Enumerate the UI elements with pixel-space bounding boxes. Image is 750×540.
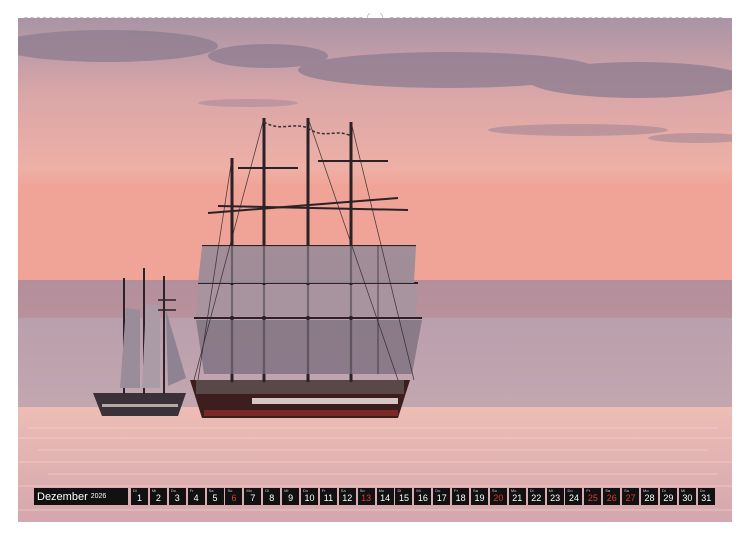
day-number: 3 [174,493,180,503]
day-number: 23 [550,493,561,503]
day-cell: Di 1 [131,488,148,505]
day-cell: Mi 16 [414,488,432,505]
day-number: 13 [361,493,372,503]
day-cell: Do 17 [433,488,451,505]
month-year: 2026 [90,493,107,500]
day-cell: Do 10 [301,488,319,505]
day-number: 11 [323,493,334,503]
day-number: 4 [193,493,199,503]
day-cell: Sa 26 [603,488,621,505]
day-number: 17 [436,493,447,503]
tall-ship-sunset-image [18,18,732,522]
day-cell: Do 31 [697,488,715,505]
day-number: 8 [269,493,275,503]
day-cell: Mi 30 [678,488,696,505]
calendar-page: Dezember 2026 Di 1 Mi 2 Do 3 Fr 4 Sa 5 So 6 Mo 7 Di 8 Mi… [0,0,750,540]
day-cell: Fr 25 [584,488,602,505]
day-number: 28 [644,493,655,503]
day-cell: Sa 19 [471,488,489,505]
day-cell: Di 15 [395,488,413,505]
day-cell: Do 3 [168,488,186,505]
day-cell: So 27 [622,488,640,505]
day-number: 12 [342,493,353,503]
day-number: 20 [493,493,504,503]
day-cell: Fr 18 [452,488,470,505]
day-cell: Mi 9 [282,488,300,505]
day-number: 21 [512,493,523,503]
day-number: 1 [136,493,142,503]
day-cell: Di 8 [263,488,281,505]
day-number: 24 [568,493,579,503]
day-number: 9 [288,493,294,503]
day-cell: So 6 [225,488,243,505]
day-cell: Sa 5 [206,488,224,505]
day-cell: Mo 14 [376,488,394,505]
day-cell: So 13 [357,488,375,505]
day-cell: Mo 21 [508,488,526,505]
day-cell: Sa 12 [338,488,356,505]
day-number: 15 [398,493,409,503]
day-number: 31 [701,493,712,503]
day-number: 16 [417,493,428,503]
photo [18,18,732,522]
day-number: 25 [587,493,598,503]
day-cell: Di 22 [527,488,545,505]
day-cell: Di 29 [659,488,677,505]
day-number: 29 [663,493,674,503]
day-number: 26 [606,493,617,503]
day-number: 27 [625,493,636,503]
day-number: 19 [474,493,485,503]
day-number: 14 [380,493,391,503]
day-number: 6 [231,493,237,503]
day-number: 18 [455,493,466,503]
day-cell: Mi 23 [546,488,564,505]
day-number: 2 [155,493,161,503]
calendar-strip: Dezember 2026 Di 1 Mi 2 Do 3 Fr 4 Sa 5 So 6 Mo 7 Di 8 Mi… [34,488,717,505]
day-cell: So 20 [489,488,507,505]
day-number: 7 [250,493,256,503]
day-cell: Mo 28 [641,488,659,505]
day-cell: Fr 11 [319,488,337,505]
month-label: Dezember 2026 [34,488,128,505]
day-cell: Mo 7 [244,488,262,505]
day-number: 5 [212,493,218,503]
day-cell: Do 24 [565,488,583,505]
month-name: Dezember [37,490,88,503]
day-number: 22 [531,493,542,503]
day-cells: Di 1 Mi 2 Do 3 Fr 4 Sa 5 So 6 Mo 7 Di 8 Mi 9 Do 10 Fr 11 Sa 12 S… [131,488,717,505]
day-number: 30 [682,493,693,503]
day-number: 10 [304,493,315,503]
day-cell: Fr 4 [187,488,205,505]
day-cell: Mi 2 [149,488,167,505]
